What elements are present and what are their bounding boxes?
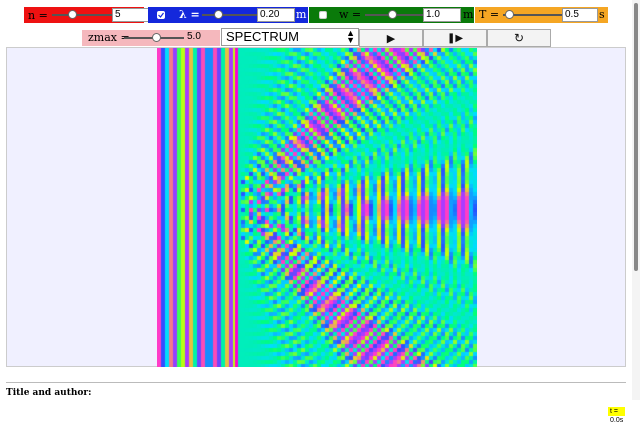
select-arrows-icon: ▲ ▼ (346, 28, 355, 45)
zmax-slider-knob[interactable] (152, 33, 161, 42)
zmax-value[interactable]: 5.0 (183, 31, 201, 42)
lambda-checkbox[interactable] (157, 11, 165, 19)
w-control: w = 1.0 m (309, 7, 474, 23)
w-label: w = (339, 8, 362, 21)
lambda-control: λ = 0.20 m (148, 7, 308, 23)
lambda-input[interactable]: 0.20 (257, 8, 295, 22)
T-unit: s (599, 8, 605, 21)
w-unit: m (463, 8, 474, 21)
lambda-label: λ = (179, 8, 200, 21)
T-label: T = (479, 8, 500, 21)
colormap-select[interactable]: SPECTRUM ▲ ▼ (221, 28, 359, 46)
w-slider[interactable] (365, 10, 423, 19)
reset-button[interactable]: ↻ (487, 29, 551, 47)
title-author-heading: Title and author: (6, 388, 92, 398)
reset-icon: ↻ (513, 31, 525, 45)
n-label: n = (28, 8, 48, 22)
T-input[interactable]: 0.5 (562, 8, 598, 22)
lambda-unit: m (296, 8, 307, 21)
n-slider[interactable] (51, 10, 116, 19)
check-icon (158, 12, 164, 18)
wave-field-canvas[interactable] (157, 48, 477, 367)
T-slider-knob[interactable] (505, 10, 514, 19)
divider (6, 382, 626, 383)
play-button[interactable]: ▶ (359, 29, 423, 47)
lambda-slider-knob[interactable] (214, 10, 223, 19)
play-icon: ▶ (386, 32, 396, 45)
zmax-control: zmax = 5.0 (82, 30, 220, 46)
colormap-selected: SPECTRUM (226, 29, 299, 44)
w-slider-knob[interactable] (388, 10, 397, 19)
n-control: n = 5 (24, 7, 170, 23)
step-icon: ❚▶ (446, 32, 464, 44)
n-slider-knob[interactable] (67, 10, 77, 19)
simulation-area[interactable]: t = 0.0s (6, 47, 626, 424)
zmax-label: zmax = (88, 31, 130, 44)
w-input[interactable]: 1.0 (423, 8, 461, 22)
time-readout: t = 0.0s (608, 407, 626, 424)
T-control: T = 0.5 s (475, 7, 608, 23)
lambda-slider[interactable] (202, 10, 260, 19)
step-button[interactable]: ❚▶ (423, 29, 487, 47)
page-scrollbar-thumb[interactable] (634, 3, 638, 271)
T-slider[interactable] (503, 10, 563, 19)
zmax-slider[interactable] (124, 33, 184, 42)
w-checkbox[interactable] (319, 11, 327, 19)
